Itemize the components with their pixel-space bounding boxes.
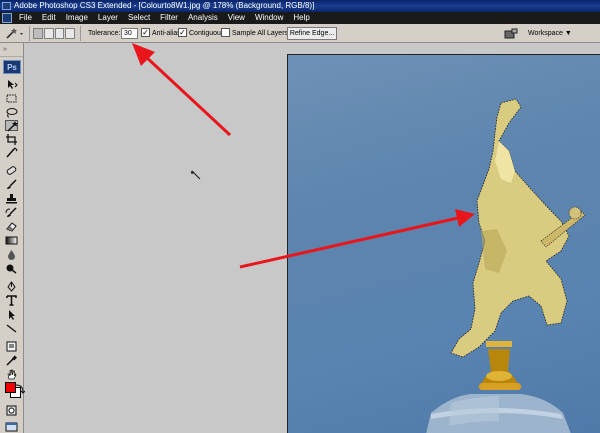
- menu-analysis[interactable]: Analysis: [183, 12, 223, 24]
- magic-wand-tool-icon[interactable]: [5, 120, 18, 132]
- ps-logo: Ps: [3, 60, 21, 74]
- lasso-tool-icon[interactable]: [5, 107, 18, 118]
- workspace-label: Workspace: [528, 30, 563, 37]
- brush-tool-icon[interactable]: [5, 179, 18, 190]
- path-selection-tool-icon[interactable]: [5, 309, 18, 320]
- blur-tool-icon[interactable]: [5, 249, 18, 260]
- document-canvas[interactable]: [287, 54, 600, 433]
- photoshop-icon: [2, 2, 11, 10]
- pen-tool-icon[interactable]: [5, 281, 18, 292]
- app-menu-icon[interactable]: [2, 13, 12, 23]
- menu-edit[interactable]: Edit: [37, 12, 61, 24]
- eraser-tool-icon[interactable]: [5, 221, 18, 232]
- menu-file[interactable]: File: [14, 12, 37, 24]
- gradient-tool-icon[interactable]: [5, 235, 18, 246]
- clone-stamp-tool-icon[interactable]: [5, 193, 18, 204]
- antialias-label: Anti-alias: [152, 30, 181, 37]
- tolerance-label: Tolerance:: [88, 30, 121, 37]
- contiguous-label: Contiguous: [189, 30, 225, 37]
- subtract-from-selection-icon[interactable]: [54, 28, 65, 39]
- dodge-tool-icon[interactable]: [5, 263, 18, 274]
- toolbox-handle[interactable]: »: [0, 43, 23, 57]
- title-bar: Adobe Photoshop CS3 Extended - [Colourto…: [0, 0, 600, 12]
- screen-mode-icon[interactable]: [5, 421, 18, 432]
- crop-tool-icon[interactable]: [5, 134, 18, 145]
- foreground-color-swatch[interactable]: [5, 382, 16, 393]
- menu-view[interactable]: View: [223, 12, 250, 24]
- quick-mask-icon[interactable]: [5, 405, 18, 416]
- options-bar: Tolerance: 30 ✓ Anti-alias ✓ Contiguous …: [0, 24, 600, 43]
- new-selection-icon[interactable]: [33, 28, 43, 39]
- add-to-selection-icon[interactable]: [43, 28, 54, 39]
- type-tool-icon[interactable]: [5, 295, 18, 306]
- history-brush-tool-icon[interactable]: [5, 207, 18, 218]
- contiguous-checkbox[interactable]: ✓: [178, 28, 187, 37]
- refine-edge-button[interactable]: Refine Edge...: [287, 27, 337, 40]
- tolerance-input[interactable]: 30: [121, 28, 138, 39]
- menu-select[interactable]: Select: [123, 12, 155, 24]
- menu-image[interactable]: Image: [61, 12, 93, 24]
- marquee-tool-icon[interactable]: [5, 93, 18, 104]
- window-title: Adobe Photoshop CS3 Extended - [Colourto…: [14, 1, 315, 10]
- chevron-down-icon: ▼: [564, 30, 572, 37]
- move-tool-icon[interactable]: [5, 79, 18, 90]
- photo: [426, 98, 586, 433]
- menu-layer[interactable]: Layer: [93, 12, 123, 24]
- menu-bar: File Edit Image Layer Select Filter Anal…: [0, 12, 600, 24]
- healing-brush-tool-icon[interactable]: [5, 165, 18, 176]
- eyedropper-tool-icon[interactable]: [5, 355, 18, 366]
- line-tool-icon[interactable]: [5, 323, 18, 334]
- menu-filter[interactable]: Filter: [155, 12, 183, 24]
- separator: [80, 26, 81, 41]
- toolbox: » Ps: [0, 43, 26, 433]
- intersect-selection-icon[interactable]: [65, 28, 75, 39]
- menu-help[interactable]: Help: [288, 12, 314, 24]
- sample-all-layers-checkbox[interactable]: [221, 28, 230, 37]
- magic-wand-cursor-icon: [191, 170, 201, 180]
- separator: [29, 26, 30, 41]
- workspace-menu[interactable]: Workspace ▼: [528, 27, 572, 40]
- tool-preset-picker[interactable]: [4, 27, 26, 40]
- slice-tool-icon[interactable]: [5, 147, 18, 158]
- antialias-checkbox[interactable]: ✓: [141, 28, 150, 37]
- brushes-palette-icon[interactable]: [504, 28, 518, 39]
- mercury-statue: [450, 98, 586, 358]
- notes-tool-icon[interactable]: [5, 341, 18, 352]
- selection-mode-group: [33, 28, 75, 39]
- hand-tool-icon[interactable]: [5, 369, 18, 380]
- sample-all-layers-label: Sample All Layers: [232, 30, 289, 37]
- menu-window[interactable]: Window: [250, 12, 288, 24]
